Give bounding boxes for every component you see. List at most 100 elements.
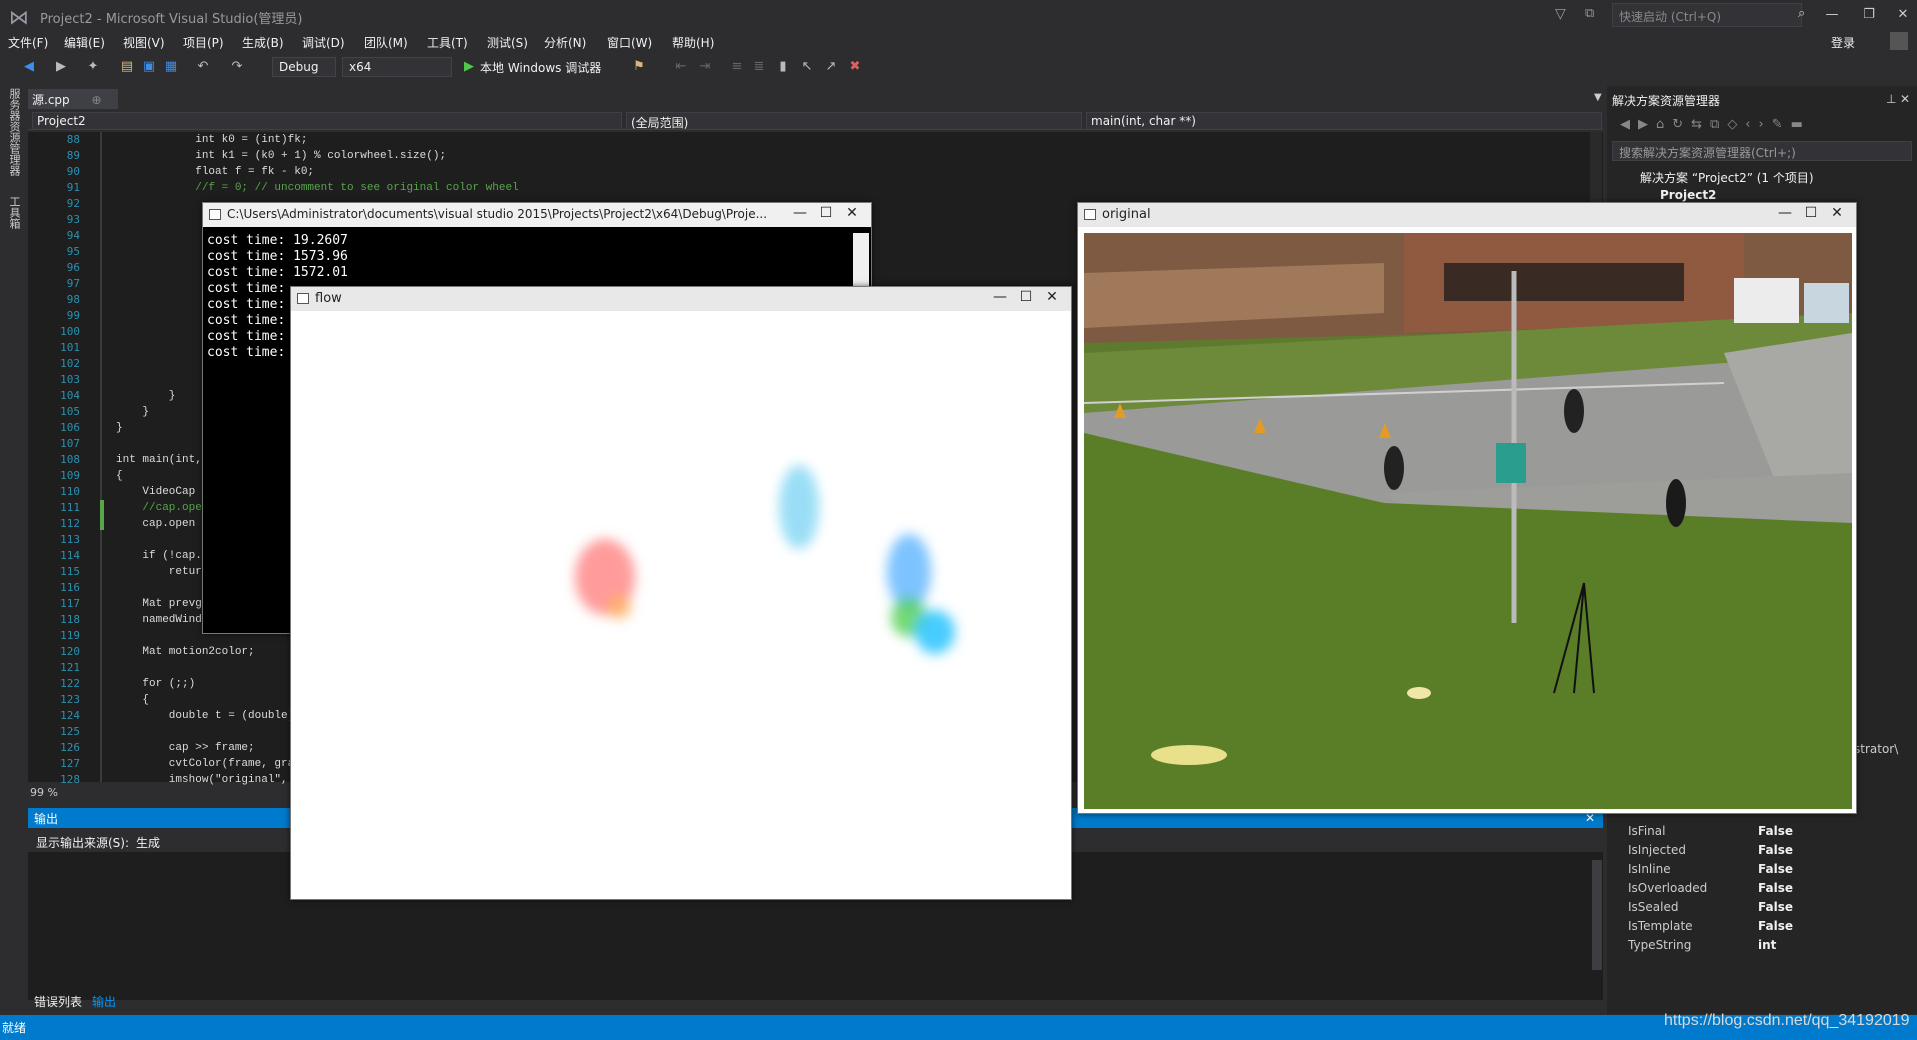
code-line[interactable]: //f = 0; // uncomment to see original co… (116, 180, 518, 196)
redo-icon[interactable]: ↷ (228, 58, 246, 76)
property-row[interactable]: IsInjected False (1620, 841, 1910, 860)
original-window-buttons[interactable]: — ☐ ✕ (1772, 205, 1850, 221)
output-scrollbar[interactable] (1592, 860, 1602, 970)
scope-combo[interactable]: (全局范围) (626, 112, 1082, 130)
line-number: 108 (60, 453, 80, 466)
tab-output[interactable]: 输出 (92, 993, 116, 1010)
back-icon[interactable]: ◀ (20, 58, 38, 76)
close-button[interactable]: ✕ (1889, 4, 1917, 26)
save-all-icon[interactable]: ▦ (162, 58, 180, 76)
menu-analyze[interactable]: 分析(N) (544, 34, 586, 51)
menu-window[interactable]: 窗口(W) (607, 34, 652, 51)
restore-button[interactable]: ❐ (1855, 4, 1883, 26)
menu-team[interactable]: 团队(M) (364, 34, 408, 51)
original-window-icon (1084, 209, 1096, 220)
forward-icon[interactable]: ▶ (52, 58, 70, 76)
undo-icon[interactable]: ↶ (194, 58, 212, 76)
menu-test[interactable]: 测试(S) (487, 34, 528, 51)
tab-error-list[interactable]: 错误列表 (34, 993, 82, 1010)
tab-overflow-icon[interactable]: ▼ (1594, 92, 1602, 103)
output-source-select[interactable]: 生成 (136, 834, 160, 851)
tab-source-cpp[interactable]: 源.cpp ⊕ ✕ (28, 89, 118, 122)
property-row[interactable]: IsTemplate False (1620, 917, 1910, 936)
line-number: 111 (60, 501, 80, 514)
pin-icon[interactable]: ⊕ (91, 93, 101, 107)
console-window-buttons[interactable]: — ☐ ✕ (787, 205, 865, 221)
new-project-icon[interactable]: ✦ (84, 58, 102, 76)
configuration-select[interactable]: Debug (272, 57, 336, 77)
start-debug-icon[interactable]: ▶ (460, 58, 478, 76)
solution-root-node[interactable]: 解决方案 “Project2” (1 个项目) (1640, 169, 1814, 186)
menu-debug[interactable]: 调试(D) (302, 34, 345, 51)
code-line[interactable]: int k1 = (k0 + 1) % colorwheel.size(); (116, 148, 519, 164)
start-debug-button[interactable]: 本地 Windows 调试器 (480, 59, 601, 76)
zoom-level[interactable]: 99 % (30, 786, 58, 799)
menu-file[interactable]: 文件(F) (8, 34, 48, 51)
step-over-icon[interactable]: ⇥ (696, 58, 714, 76)
line-number: 117 (60, 597, 80, 610)
line-number: 123 (60, 693, 80, 706)
step-icon[interactable]: ⇤ (672, 58, 690, 76)
solution-search-input[interactable]: 搜索解决方案资源管理器(Ctrl+;) (1612, 141, 1912, 161)
line-number: 118 (60, 613, 80, 626)
menu-build[interactable]: 生成(B) (242, 34, 284, 51)
indent-icon[interactable]: ≡ (728, 58, 746, 76)
menu-tools[interactable]: 工具(T) (427, 34, 468, 51)
pin-panel-icon[interactable]: ⊥ (1886, 92, 1896, 106)
bookmark-icon[interactable]: ▮ (774, 58, 792, 76)
flow-title: flow (315, 291, 342, 306)
clear-bookmarks-icon[interactable]: ✖ (846, 58, 864, 76)
feedback-icon[interactable]: ⧉ (1585, 6, 1594, 21)
menu-project[interactable]: 项目(P) (183, 34, 224, 51)
minimize-button[interactable]: — (1818, 4, 1846, 26)
save-icon[interactable]: ▣ (140, 58, 158, 76)
menu-view[interactable]: 视图(V) (123, 34, 165, 51)
property-row[interactable]: TypeString int (1620, 936, 1910, 955)
property-row[interactable]: IsSealed False (1620, 898, 1910, 917)
console-window-icon (209, 209, 221, 220)
flow-window-icon (297, 293, 309, 304)
line-number: 91 (66, 181, 80, 194)
line-number: 99 (66, 309, 80, 322)
status-text: 就绪 (2, 1021, 27, 1035)
code-line[interactable]: float f = fk - k0; (116, 164, 519, 180)
flow-title-bar[interactable]: flow (291, 287, 1071, 311)
property-name: IsOverloaded (1628, 881, 1708, 895)
original-title-bar[interactable]: original (1078, 203, 1856, 227)
search-icon[interactable]: ⌕ (1798, 6, 1805, 21)
property-value: False (1758, 881, 1793, 895)
outdent-icon[interactable]: ≣ (750, 58, 768, 76)
line-number: 93 (66, 213, 80, 226)
project-combo[interactable]: Project2 (32, 112, 622, 130)
open-file-icon[interactable]: ▤ (118, 58, 136, 76)
property-row[interactable]: IsInline False (1620, 860, 1910, 879)
menu-help[interactable]: 帮助(H) (672, 34, 714, 51)
account-avatar-icon[interactable] (1890, 32, 1908, 50)
attach-icon[interactable]: ⚑ (630, 58, 648, 76)
project-node[interactable]: Project2 (1660, 188, 1716, 202)
next-bookmark-icon[interactable]: ↗ (822, 58, 840, 76)
original-window[interactable]: original — ☐ ✕ (1077, 202, 1857, 814)
flow-window-buttons[interactable]: — ☐ ✕ (987, 289, 1065, 305)
toolbox-tab[interactable]: 工具箱 (6, 196, 22, 229)
solution-toolbar-icons[interactable]: ◀▶⌂↻⇆⧉◇‹›✎▬ (1620, 117, 1811, 132)
console-title-bar[interactable]: C:\Users\Administrator\documents\visual … (203, 203, 871, 227)
flow-window[interactable]: flow — ☐ ✕ (290, 286, 1072, 900)
prev-bookmark-icon[interactable]: ↖ (798, 58, 816, 76)
line-number: 88 (66, 133, 80, 146)
filter-icon[interactable]: ▽ (1555, 6, 1566, 22)
line-number: 125 (60, 725, 80, 738)
quick-launch-input[interactable]: 快速启动 (Ctrl+Q) (1612, 3, 1802, 27)
login-link[interactable]: 登录 (1831, 34, 1855, 51)
property-row[interactable]: IsOverloaded False (1620, 879, 1910, 898)
platform-select[interactable]: x64 (342, 57, 452, 77)
line-number: 110 (60, 485, 80, 498)
panel-close-icon[interactable]: ✕ (1900, 92, 1910, 106)
menu-edit[interactable]: 编辑(E) (64, 34, 105, 51)
code-line[interactable]: int k0 = (int)fk; (116, 132, 519, 148)
menu-bar (0, 32, 1917, 52)
property-row[interactable]: IsFinal False (1620, 822, 1910, 841)
server-explorer-tab[interactable]: 服务器资源管理器 (6, 88, 22, 176)
property-name: TypeString (1628, 938, 1692, 952)
member-combo[interactable]: main(int, char **) (1086, 112, 1602, 130)
